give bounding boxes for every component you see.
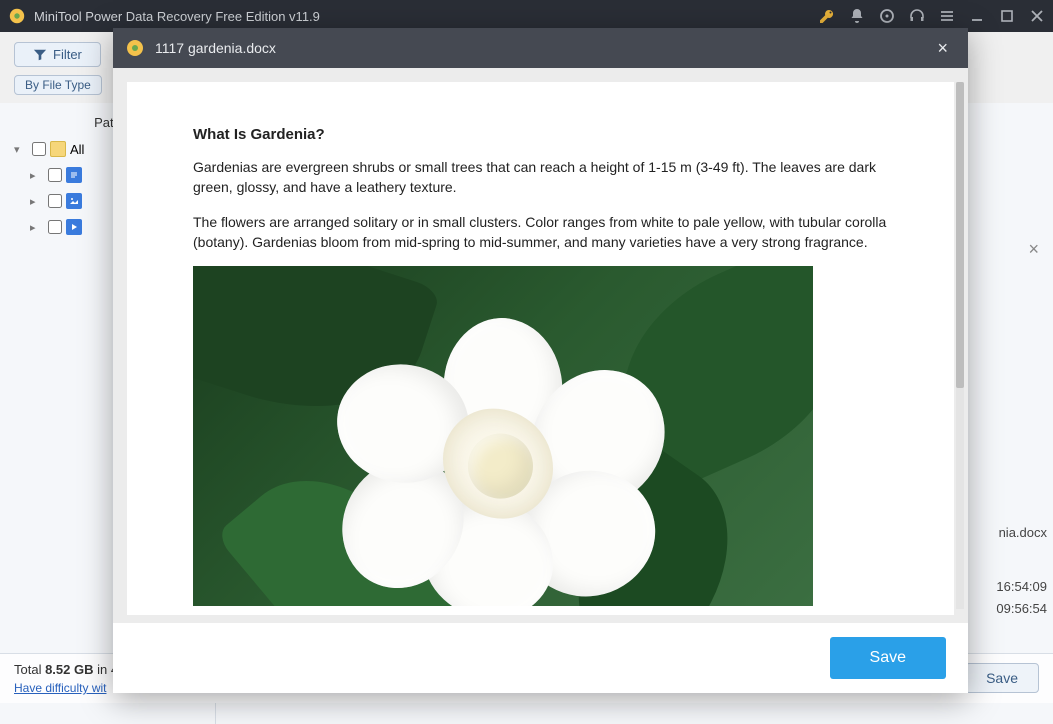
doc-paragraph-2: The flowers are arranged solitary or in … [193, 212, 888, 253]
doc-heading: What Is Gardenia? [193, 126, 888, 143]
scrollbar[interactable] [956, 82, 964, 609]
modal-footer: Save [113, 623, 968, 693]
doc-image [193, 266, 813, 606]
doc-paragraph-1: Gardenias are evergreen shrubs or small … [193, 157, 888, 198]
modal-overlay: 1117 gardenia.docx × What Is Gardenia? G… [0, 0, 1053, 703]
modal-app-icon [125, 38, 145, 58]
modal-body: What Is Gardenia? Gardenias are evergree… [113, 68, 968, 623]
document-preview: What Is Gardenia? Gardenias are evergree… [127, 82, 954, 615]
modal-close-button[interactable]: × [929, 34, 956, 63]
scrollbar-thumb[interactable] [956, 82, 964, 388]
modal-save-button[interactable]: Save [830, 637, 946, 679]
modal-header: 1117 gardenia.docx × [113, 28, 968, 68]
preview-modal: 1117 gardenia.docx × What Is Gardenia? G… [113, 28, 968, 693]
modal-title: 1117 gardenia.docx [155, 40, 929, 56]
